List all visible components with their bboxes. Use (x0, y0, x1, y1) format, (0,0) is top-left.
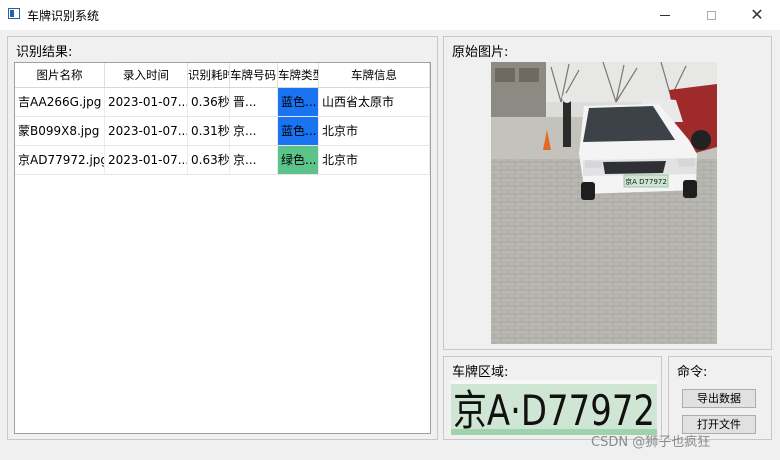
cell-time: 2023-01-07... (105, 117, 188, 145)
results-group-title: 识别结果: (16, 45, 73, 60)
street-photo: 京A D77972 (491, 62, 717, 344)
plate-crop-image: 京A·D77972 (451, 380, 657, 435)
column-header-duration[interactable]: 识别耗时 (188, 63, 230, 87)
minimize-icon (660, 14, 670, 16)
minimize-button[interactable] (642, 0, 688, 30)
close-icon: ✕ (750, 5, 764, 24)
photo-plate-text: 京A D77972 (625, 177, 667, 186)
cell-time: 2023-01-07... (105, 146, 188, 174)
column-header-image-name[interactable]: 图片名称 (15, 63, 105, 87)
window-title: 车牌识别系统 (27, 9, 100, 23)
cell-image-name: 蒙B099X8.jpg (15, 117, 105, 145)
cell-duration: 0.63秒 (188, 146, 230, 174)
cell-plate-info: 山西省太原市 (319, 88, 430, 116)
cell-plate-info: 北京市 (319, 117, 430, 145)
plate-crop-text: 京A·D77972 (453, 386, 655, 435)
cell-plate-number: 晋... (230, 88, 278, 116)
cell-plate-type: 蓝色... (278, 117, 319, 145)
maximize-icon (706, 10, 716, 20)
cell-plate-info: 北京市 (319, 146, 430, 174)
table-row[interactable]: 吉AA266G.jpg 2023-01-07... 0.36秒 晋... 蓝色.… (15, 88, 430, 117)
plate-crop-svg: 京A·D77972 (451, 380, 657, 435)
title-bar: 车牌识别系统 ✕ (0, 0, 780, 30)
original-image-group-title: 原始图片: (452, 45, 509, 60)
cell-duration: 0.31秒 (188, 117, 230, 145)
maximize-button[interactable] (688, 0, 734, 30)
cell-image-name: 京AD77972.jpg (15, 146, 105, 174)
plate-area-group-title: 车牌区域: (452, 365, 509, 380)
close-button[interactable]: ✕ (734, 0, 780, 30)
commands-group-title: 命令: (677, 365, 708, 380)
cell-time: 2023-01-07... (105, 88, 188, 116)
results-table[interactable]: 图片名称 录入时间 识别耗时 车牌号码 车牌类型 车牌信息 吉AA266G.jp… (14, 62, 431, 434)
column-header-plate-info[interactable]: 车牌信息 (319, 63, 430, 87)
export-data-button[interactable]: 导出数据 (682, 389, 756, 408)
cell-duration: 0.36秒 (188, 88, 230, 116)
table-row[interactable]: 蒙B099X8.jpg 2023-01-07... 0.31秒 京... 蓝色.… (15, 117, 430, 146)
app-icon (8, 8, 20, 19)
cell-image-name: 吉AA266G.jpg (15, 88, 105, 116)
table-row[interactable]: 京AD77972.jpg 2023-01-07... 0.63秒 京... 绿色… (15, 146, 430, 175)
cell-plate-number: 京... (230, 146, 278, 174)
cell-plate-type: 绿色... (278, 146, 319, 174)
column-header-time[interactable]: 录入时间 (105, 63, 188, 87)
watermark: CSDN @狮子也疯狂 (591, 435, 711, 450)
cell-plate-number: 京... (230, 117, 278, 145)
table-header: 图片名称 录入时间 识别耗时 车牌号码 车牌类型 车牌信息 (15, 63, 430, 88)
cell-plate-type: 蓝色... (278, 88, 319, 116)
original-image: 京A D77972 (491, 62, 717, 344)
column-header-plate-type[interactable]: 车牌类型 (278, 63, 319, 87)
column-header-plate-number[interactable]: 车牌号码 (230, 63, 278, 87)
